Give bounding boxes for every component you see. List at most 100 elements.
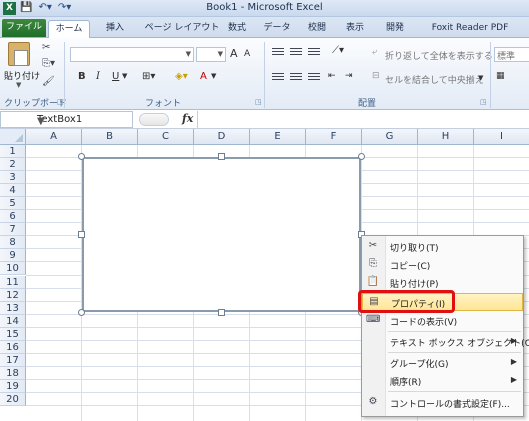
chevron-down-icon[interactable]: ▼	[478, 74, 483, 82]
font-color-button[interactable]: A	[200, 71, 207, 82]
shrink-font-button[interactable]: A	[244, 49, 250, 59]
tab-data[interactable]: データ	[258, 20, 296, 38]
column-header[interactable]: F	[306, 129, 362, 145]
resize-handle[interactable]	[78, 309, 85, 316]
resize-handle[interactable]	[218, 153, 225, 160]
row-header[interactable]: 19	[0, 379, 26, 393]
menu-item-group[interactable]: グループ化(G) ▶	[362, 354, 523, 372]
insert-function-button[interactable]: fx	[182, 112, 193, 125]
row-header[interactable]: 8	[0, 236, 26, 250]
font-name-select[interactable]: ▼	[70, 47, 194, 62]
tab-page-layout[interactable]: ページ レイアウト	[136, 20, 228, 38]
row-header[interactable]: 18	[0, 366, 26, 380]
alignment-launcher-icon[interactable]: ◳	[480, 98, 487, 106]
menu-item-view-code[interactable]: ⌨ コードの表示(V)	[362, 312, 523, 330]
paste-icon[interactable]	[8, 42, 30, 66]
wrap-text-button[interactable]: 折り返して全体を表示する	[385, 49, 493, 62]
menu-item-textbox-object[interactable]: テキスト ボックス オブジェクト(O) ▶	[362, 333, 529, 351]
merge-center-icon[interactable]: ⊟	[372, 71, 380, 81]
row-header[interactable]: 4	[0, 184, 26, 198]
menu-item-order[interactable]: 順序(R) ▶	[362, 372, 523, 390]
resize-handle[interactable]	[78, 153, 85, 160]
row-header[interactable]: 12	[0, 288, 26, 302]
column-header[interactable]: B	[82, 129, 138, 145]
underline-button[interactable]: U	[112, 71, 119, 82]
row-header[interactable]: 13	[0, 301, 26, 315]
paste-button-label[interactable]: 貼り付け	[4, 69, 40, 82]
paste-dropdown-icon[interactable]: ▼	[16, 81, 21, 89]
column-header[interactable]: C	[138, 129, 194, 145]
cut-icon[interactable]: ✂	[42, 42, 50, 53]
currency-icon[interactable]: ▦	[496, 71, 505, 81]
borders-icon[interactable]: ⊞▾	[142, 71, 155, 82]
tab-view[interactable]: 表示	[338, 20, 372, 38]
increase-indent-icon[interactable]: ⇥	[345, 71, 353, 81]
merge-center-button[interactable]: セルを結合して中央揃え	[385, 73, 484, 86]
menu-item-cut[interactable]: ✂ 切り取り(T)	[362, 238, 523, 256]
resize-handle[interactable]	[358, 153, 365, 160]
chevron-down-icon[interactable]: ▼	[37, 116, 129, 127]
menu-item-format-control[interactable]: ⚙ コントロールの書式設定(F)...	[362, 394, 523, 412]
resize-handle[interactable]	[78, 231, 85, 238]
formula-bar-divider[interactable]	[139, 113, 169, 126]
copy-icon[interactable]: ⎘▾	[42, 58, 55, 69]
tab-formulas[interactable]: 数式	[220, 20, 254, 38]
column-header[interactable]: D	[194, 129, 250, 145]
bold-button[interactable]: B	[78, 71, 86, 82]
align-left-icon[interactable]	[272, 73, 284, 83]
textbox-shape[interactable]	[82, 157, 361, 312]
format-control-icon: ⚙	[368, 396, 378, 407]
row-header[interactable]: 3	[0, 171, 26, 185]
row-header[interactable]: 10	[0, 262, 26, 276]
align-right-icon[interactable]	[308, 73, 320, 83]
row-header[interactable]: 15	[0, 327, 26, 341]
column-header[interactable]: I	[474, 129, 529, 145]
row-header[interactable]: 14	[0, 314, 26, 328]
align-center-icon[interactable]	[290, 73, 302, 83]
italic-button[interactable]: I	[96, 71, 100, 82]
row-header[interactable]: 7	[0, 223, 26, 237]
wrap-text-icon[interactable]: ⤶	[372, 47, 377, 57]
formula-input[interactable]	[197, 111, 529, 128]
tab-insert[interactable]: 挿入	[96, 20, 134, 38]
orientation-icon[interactable]: ⟋▾	[332, 45, 344, 56]
tab-home[interactable]: ホーム	[48, 20, 90, 38]
decrease-indent-icon[interactable]: ⇤	[328, 71, 336, 81]
chevron-down-icon[interactable]: ▼	[122, 72, 127, 80]
tab-review[interactable]: 校閲	[300, 20, 334, 38]
column-header[interactable]: E	[250, 129, 306, 145]
format-painter-icon[interactable]: 🖌	[42, 76, 55, 87]
tab-foxit-reader-pdf[interactable]: Foxit Reader PDF	[420, 20, 520, 38]
name-box[interactable]: TextBox1 ▼	[0, 111, 133, 128]
align-bottom-icon[interactable]	[308, 48, 320, 58]
row-header[interactable]: 2	[0, 158, 26, 172]
row-header[interactable]: 5	[0, 197, 26, 211]
menu-separator	[388, 391, 521, 392]
submenu-arrow-icon: ▶	[510, 357, 517, 366]
clipboard-launcher-icon[interactable]: ◳	[57, 98, 64, 106]
row-header[interactable]: 16	[0, 340, 26, 354]
row-header[interactable]: 11	[0, 275, 26, 289]
select-all-corner[interactable]	[0, 129, 26, 145]
font-size-select[interactable]: ▼	[196, 47, 226, 62]
window-title: Book1 - Microsoft Excel	[206, 2, 323, 13]
resize-handle[interactable]	[218, 309, 225, 316]
row-header[interactable]: 1	[0, 145, 26, 158]
row-header[interactable]: 9	[0, 249, 26, 263]
align-top-icon[interactable]	[272, 48, 284, 58]
column-header[interactable]: A	[26, 129, 82, 145]
tab-file[interactable]: ファイル	[2, 19, 46, 37]
grow-font-button[interactable]: A	[230, 47, 238, 60]
row-header[interactable]: 17	[0, 353, 26, 367]
fill-color-icon[interactable]: ◈▾	[175, 71, 188, 82]
font-launcher-icon[interactable]: ◳	[255, 98, 262, 106]
row-header[interactable]: 20	[0, 392, 26, 406]
column-header[interactable]: H	[418, 129, 474, 145]
column-header[interactable]: G	[362, 129, 418, 145]
tab-developer[interactable]: 開発	[378, 20, 412, 38]
row-header[interactable]: 6	[0, 210, 26, 224]
align-middle-icon[interactable]	[290, 48, 302, 58]
chevron-down-icon[interactable]: ▼	[211, 72, 216, 80]
menu-item-copy[interactable]: ⎘ コピー(C)	[362, 256, 523, 274]
number-format-select[interactable]: 標準	[494, 47, 529, 62]
